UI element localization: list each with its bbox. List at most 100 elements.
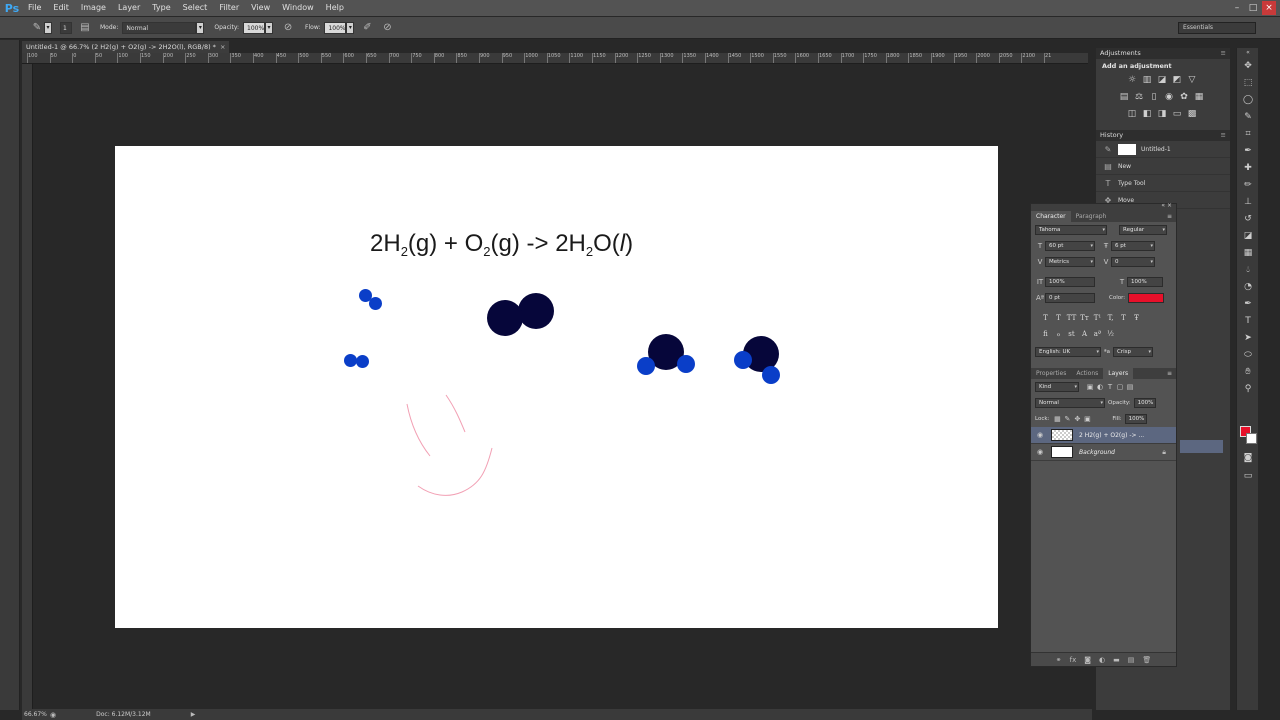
font-size-field[interactable]: 60 pt ▾: [1045, 241, 1095, 251]
strikethrough-button[interactable]: Ŧ: [1130, 314, 1143, 322]
language-select[interactable]: English: UK ▾: [1035, 347, 1101, 357]
tab-paragraph[interactable]: Paragraph: [1071, 211, 1112, 222]
panel-menu-icon[interactable]: ≡: [1221, 48, 1226, 59]
layer-kind-select[interactable]: Kind ▾: [1035, 382, 1079, 392]
titling-button[interactable]: A: [1078, 330, 1091, 338]
path-selection-tool-icon[interactable]: ➤: [1237, 330, 1259, 347]
move-tool-icon[interactable]: ✥: [1237, 58, 1259, 75]
panel-menu-icon[interactable]: ≡: [1221, 130, 1226, 141]
menu-edit[interactable]: Edit: [47, 0, 75, 16]
tools-collapse-icon[interactable]: «: [1237, 48, 1259, 58]
menu-select[interactable]: Select: [177, 0, 214, 16]
document-tab[interactable]: Untitled-1 @ 66.7% (2 H2(g) + O2(g) -> 2…: [22, 41, 230, 53]
history-item[interactable]: ▤ New: [1096, 158, 1230, 175]
selective-color-icon[interactable]: ▩: [1186, 108, 1198, 120]
menu-window[interactable]: Window: [276, 0, 320, 16]
history-snapshot[interactable]: ✎ Untitled-1: [1096, 141, 1230, 158]
pen-tool-icon[interactable]: ✒: [1237, 296, 1259, 313]
collapse-icon[interactable]: « ×: [1161, 202, 1172, 209]
lock-all-icon[interactable]: ▣: [1082, 415, 1092, 423]
mode-dropdown[interactable]: ▾: [196, 21, 205, 34]
panel-menu-icon[interactable]: ≡: [1167, 211, 1172, 222]
tab-layers[interactable]: Layers: [1103, 368, 1134, 379]
filter-adjustment-icon[interactable]: ◐: [1095, 383, 1105, 391]
minimize-button[interactable]: –: [1230, 1, 1244, 15]
screen-mode-icon[interactable]: ▭: [1237, 468, 1259, 485]
lock-pixels-icon[interactable]: ✎: [1062, 415, 1072, 423]
menu-filter[interactable]: Filter: [213, 0, 245, 16]
curves-icon[interactable]: ◪: [1156, 74, 1168, 86]
brush-size-field[interactable]: 1: [60, 21, 72, 34]
visibility-eye-icon[interactable]: ◉: [1035, 431, 1045, 439]
new-group-icon[interactable]: ▬: [1113, 656, 1120, 664]
quick-mask-icon[interactable]: ◙: [1237, 450, 1259, 467]
ligature-button[interactable]: ﬁ: [1039, 330, 1052, 338]
stylistic-button[interactable]: st: [1065, 330, 1078, 338]
antialias-select[interactable]: Crisp ▾: [1112, 347, 1153, 357]
opacity-dropdown[interactable]: ▾: [265, 21, 274, 34]
kerning-field[interactable]: Metrics ▾: [1045, 257, 1095, 267]
vibrance-icon[interactable]: ▽: [1186, 74, 1198, 86]
document-tab-close-icon[interactable]: ×: [220, 43, 225, 51]
status-menu-arrow-icon[interactable]: ▶: [191, 711, 196, 718]
filter-type-icon[interactable]: T: [1105, 383, 1115, 391]
link-layers-icon[interactable]: ⚭: [1056, 656, 1062, 664]
exposure-icon[interactable]: ◩: [1171, 74, 1183, 86]
filter-pixel-icon[interactable]: ▣: [1085, 383, 1095, 391]
shape-tool-icon[interactable]: ⬭: [1237, 347, 1259, 364]
filter-shape-icon[interactable]: ▢: [1115, 383, 1125, 391]
fraction-button[interactable]: ½: [1104, 330, 1117, 338]
airbrush-icon[interactable]: ✐: [360, 21, 374, 35]
close-button[interactable]: ×: [1262, 1, 1276, 15]
color-lookup-icon[interactable]: ▦: [1193, 91, 1205, 103]
brush-preset-dropdown[interactable]: ▾: [44, 21, 52, 34]
layer-row-text[interactable]: ◉ 2 H2(g) + O2(g) -> ...: [1031, 427, 1176, 444]
history-panel-header[interactable]: History ≡: [1096, 130, 1230, 141]
all-caps-button[interactable]: TT: [1065, 314, 1078, 322]
black-white-icon[interactable]: ▯: [1148, 91, 1160, 103]
lock-transparency-icon[interactable]: ▦: [1052, 415, 1062, 423]
history-tab[interactable]: History: [1100, 131, 1123, 139]
menu-image[interactable]: Image: [75, 0, 112, 16]
menu-file[interactable]: File: [22, 0, 47, 16]
maximize-button[interactable]: □: [1246, 1, 1260, 15]
horizontal-ruler[interactable]: 100 50 0 50 100 150 200 250 300 350 400 450 500 550 60…: [22, 53, 1088, 64]
vertical-scale-field[interactable]: 100%: [1045, 277, 1095, 287]
layer-style-icon[interactable]: fx: [1070, 656, 1077, 664]
menu-layer[interactable]: Layer: [112, 0, 146, 16]
layer-opacity-field[interactable]: 100%: [1133, 398, 1156, 408]
gradient-map-icon[interactable]: ▭: [1171, 108, 1183, 120]
new-adjustment-icon[interactable]: ◐: [1099, 656, 1105, 664]
filter-smart-icon[interactable]: ▤: [1125, 383, 1135, 391]
channel-mixer-icon[interactable]: ✿: [1178, 91, 1190, 103]
menu-type[interactable]: Type: [146, 0, 176, 16]
workspace-select[interactable]: Essentials: [1178, 22, 1256, 34]
history-brush-tool-icon[interactable]: ↺: [1237, 211, 1259, 228]
blur-tool-icon[interactable]: 💧︎: [1237, 262, 1259, 279]
threshold-icon[interactable]: ◨: [1156, 108, 1168, 120]
marquee-tool-icon[interactable]: ⬚: [1237, 75, 1259, 92]
mode-select[interactable]: Normal: [122, 21, 197, 34]
layer-fill-field[interactable]: 100%: [1124, 414, 1147, 424]
tab-character[interactable]: Character: [1031, 211, 1071, 222]
ordinal-button[interactable]: aª: [1091, 330, 1104, 338]
menu-help[interactable]: Help: [320, 0, 350, 16]
blend-mode-select[interactable]: Normal ▾: [1035, 398, 1105, 408]
horizontal-scale-field[interactable]: 100%: [1127, 277, 1163, 287]
font-style-select[interactable]: Regular ▾: [1119, 225, 1167, 235]
history-brush-icon[interactable]: ✎: [1102, 145, 1114, 154]
brush-tool-icon[interactable]: ✎: [30, 21, 44, 35]
brush-tool-icon[interactable]: ✏: [1237, 177, 1259, 194]
levels-icon[interactable]: ▥: [1141, 74, 1153, 86]
pressure-opacity-icon[interactable]: ⊘: [281, 21, 295, 35]
eyedropper-tool-icon[interactable]: ✒: [1237, 143, 1259, 160]
adjustments-panel-header[interactable]: Adjustments ≡: [1096, 48, 1230, 59]
history-selected-row[interactable]: [1180, 440, 1223, 453]
visibility-eye-icon[interactable]: ◉: [1035, 448, 1045, 456]
brush-panel-icon[interactable]: ▤: [78, 21, 92, 35]
floating-panel-bar[interactable]: « ×: [1031, 202, 1176, 211]
quick-select-tool-icon[interactable]: ✎: [1237, 109, 1259, 126]
faux-italic-button[interactable]: T: [1052, 314, 1065, 322]
layer-row-background[interactable]: ◉ Background 🔒︎: [1031, 444, 1176, 461]
subscript-button[interactable]: T,: [1104, 314, 1117, 322]
